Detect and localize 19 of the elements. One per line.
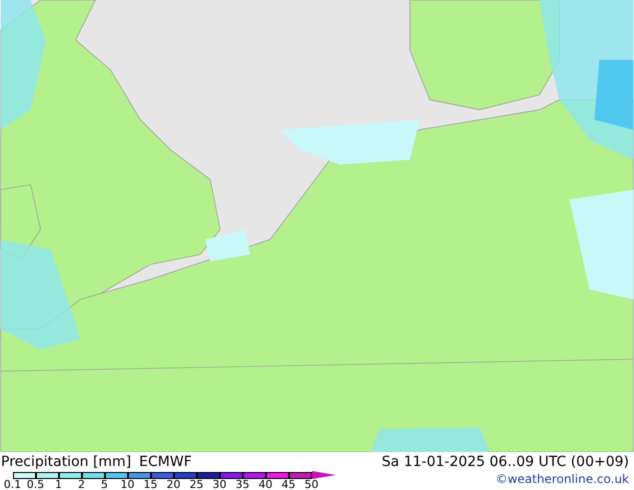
tick-label: 20 [166, 479, 182, 490]
legend-title: Precipitation [mm] [1, 455, 132, 469]
tick-label: 0.5 [26, 479, 46, 490]
tick-label: 35 [234, 479, 250, 490]
tick-label: 30 [212, 479, 228, 490]
arrow-icon [312, 471, 336, 479]
tick-label: 50 [304, 479, 320, 490]
tick-label: 40 [258, 479, 274, 490]
tick-label: 15 [142, 479, 158, 490]
tick-label: 10 [120, 479, 136, 490]
tick-label: 25 [188, 479, 204, 490]
credit-text: ©weatheronline.co.uk [496, 473, 629, 485]
tick-label: 1 [54, 479, 63, 490]
valid-time: Sa 11-01-2025 06..09 UTC (00+09) [382, 453, 629, 469]
tick-label: 2 [77, 479, 86, 490]
tick-label: 5 [100, 479, 109, 490]
tick-label: 0.1 [2, 479, 22, 490]
tick-label: 45 [280, 479, 296, 490]
model-name: ECMWF [139, 455, 192, 469]
